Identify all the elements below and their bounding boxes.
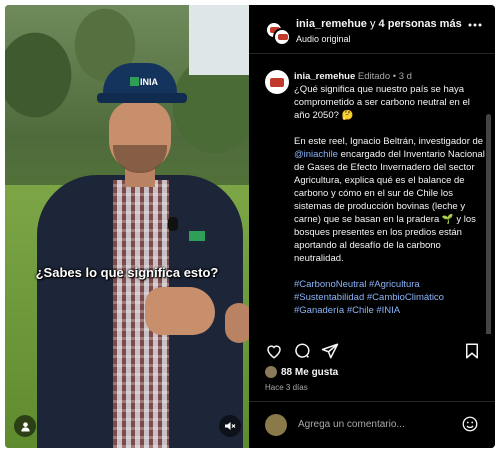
- more-horizontal-icon: [468, 23, 482, 27]
- share-icon: [321, 343, 339, 359]
- user-icon: [20, 421, 30, 432]
- post-time: 3 d: [398, 71, 412, 82]
- like-button[interactable]: [265, 342, 285, 362]
- liker-avatar: [265, 366, 277, 378]
- scrollbar[interactable]: [486, 114, 491, 334]
- bookmark-icon: [466, 343, 478, 359]
- caption-username[interactable]: inia_remehue: [294, 71, 355, 82]
- mention-link[interactable]: @iniachile: [294, 149, 338, 160]
- comment-button[interactable]: [293, 342, 313, 362]
- heart-icon: [267, 345, 281, 359]
- presenter-hand: [145, 287, 215, 335]
- post-header: inia_remehue y 4 personas más Audio orig…: [249, 5, 495, 54]
- audio-label[interactable]: Audio original: [296, 34, 351, 44]
- add-comment-bar: Agrega un comentario...: [249, 402, 495, 448]
- hashtags[interactable]: #CarbonoNeutral #Agricultura #Sustentabi…: [294, 278, 486, 317]
- caption-body-after: encargado del Inventario Nacional de Gas…: [294, 149, 485, 264]
- emoji-button[interactable]: [461, 415, 479, 433]
- more-options-button[interactable]: [467, 17, 483, 36]
- comment-icon: [295, 343, 310, 358]
- header-connector: y: [366, 18, 379, 30]
- presenter-beard: [113, 145, 167, 173]
- tagged-users-button[interactable]: [14, 415, 36, 437]
- caption-question: ¿Qué significa que nuestro país se haya …: [294, 84, 470, 121]
- likes-text[interactable]: 88 Me gusta: [281, 367, 338, 378]
- presenter: INIA: [5, 5, 249, 448]
- header-others[interactable]: 4 personas más: [379, 18, 462, 30]
- meta-dot: •: [392, 71, 397, 82]
- comment-input[interactable]: Agrega un comentario...: [298, 419, 405, 430]
- cap-logo: INIA: [125, 75, 163, 89]
- lapel-mic: [168, 217, 178, 231]
- header-username[interactable]: inia_remehue: [296, 18, 367, 30]
- edited-label: Editado: [357, 71, 391, 82]
- post-side-panel: inia_remehue y 4 personas más Audio orig…: [249, 5, 495, 448]
- caption-body-before: En este reel, Ignacio Beltrán, investiga…: [294, 136, 484, 147]
- save-button[interactable]: [463, 342, 483, 362]
- caption-area: inia_remehue Editado • 3 d ¿Qué signific…: [249, 54, 495, 334]
- caption-text: inia_remehue Editado • 3 d ¿Qué signific…: [294, 70, 486, 330]
- presenter-cap-brim: [97, 93, 187, 103]
- header-usernames[interactable]: inia_remehue y 4 personas más: [296, 18, 462, 30]
- likes-count[interactable]: 88 Me gusta: [265, 366, 338, 378]
- current-user-avatar: [265, 414, 287, 436]
- reel-video[interactable]: INIA ¿Sabes lo que significa esto?: [5, 5, 249, 448]
- action-bar: [249, 335, 495, 365]
- muted-speaker-icon: [225, 422, 236, 430]
- post-modal: INIA ¿Sabes lo que significa esto? inia_…: [5, 5, 495, 448]
- collaborator-avatar[interactable]: [273, 28, 291, 46]
- jacket-badge: [189, 231, 205, 241]
- caption-avatar[interactable]: [265, 70, 289, 94]
- share-button[interactable]: [321, 342, 341, 362]
- smiley-icon: [462, 416, 478, 432]
- presenter-hand-left: [225, 303, 249, 343]
- video-caption: ¿Sabes lo que significa esto?: [35, 265, 219, 280]
- mute-button[interactable]: [219, 415, 241, 437]
- post-timestamp: Hace 3 días: [265, 383, 308, 392]
